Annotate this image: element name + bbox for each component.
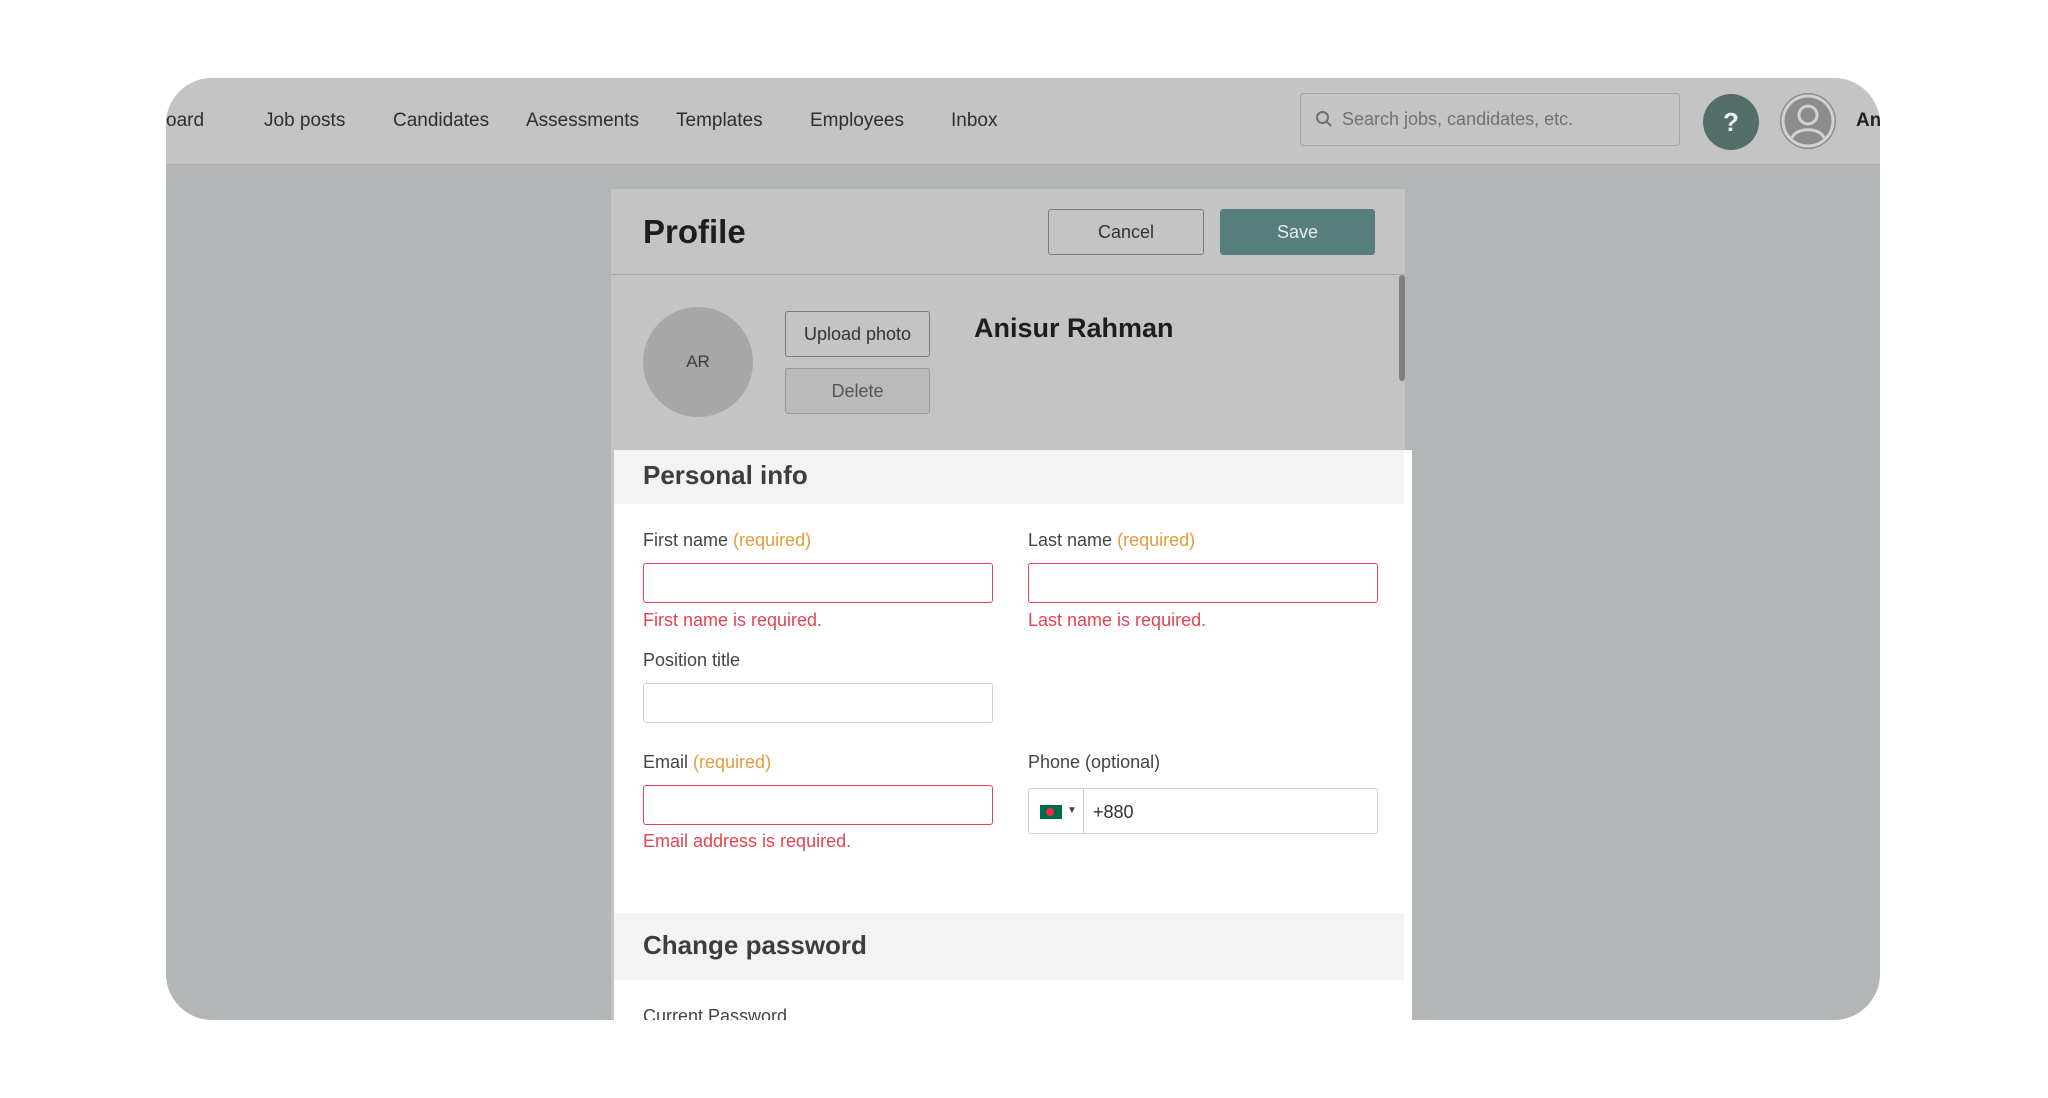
email-label-text: Email [643,752,689,772]
search-placeholder: Search jobs, candidates, etc. [1342,109,1574,129]
first-name-error: First name is required. [643,610,823,630]
app-window: oard Job posts Candidates Assessments Te… [166,78,1880,1020]
phone-value: +880 [1093,802,1134,822]
search-input[interactable]: Search jobs, candidates, etc. [1300,93,1680,146]
help-button[interactable]: ? [1703,94,1759,150]
country-code-select[interactable]: ▼ [1029,789,1084,833]
nav-job-posts[interactable]: Job posts [264,110,345,132]
last-name-label: Last name (required) [1028,530,1195,551]
first-name-label-text: First name [643,530,729,550]
user-icon [1781,94,1835,148]
nav-candidates[interactable]: Candidates [393,110,489,132]
profile-full-name: Anisur Rahman [974,313,1174,343]
nav-dashboard[interactable]: oard [166,110,204,132]
current-password-label: Current Password [643,1006,788,1020]
form-panel: Personal info First name (required) Firs… [614,450,1412,1020]
profile-avatar: AR [643,307,753,417]
position-title-label: Position title [643,650,741,670]
personal-info-header: Personal info [614,450,1404,504]
email-label: Email (required) [643,752,771,773]
required-tag: (required) [693,752,772,772]
user-avatar[interactable] [1780,93,1836,149]
nav-employees[interactable]: Employees [810,110,904,132]
last-name-error: Last name is required. [1028,610,1207,630]
nav-inbox[interactable]: Inbox [951,110,997,132]
last-name-label-text: Last name [1028,530,1113,550]
delete-photo-button[interactable]: Delete [785,368,930,414]
first-name-field[interactable] [643,563,993,603]
nav-templates[interactable]: Templates [676,110,763,132]
modal-header: Profile Cancel Save [611,189,1405,275]
required-tag: (required) [733,530,812,550]
phone-label: Phone (optional) [1028,752,1161,772]
save-button[interactable]: Save [1220,209,1375,255]
first-name-label: First name (required) [643,530,811,551]
top-nav-bar: oard Job posts Candidates Assessments Te… [166,78,1880,165]
required-tag: (required) [1117,530,1196,550]
change-password-header: Change password [614,913,1404,980]
last-name-field[interactable] [1028,563,1378,603]
bangladesh-flag-icon [1040,805,1062,819]
user-name[interactable]: Ani [1856,110,1880,132]
nav-assessments[interactable]: Assessments [526,110,639,132]
cancel-button[interactable]: Cancel [1048,209,1204,255]
personal-info-title: Personal info [643,460,808,490]
search-icon [1316,111,1332,127]
modal-scrollbar[interactable] [1399,275,1405,381]
email-error: Email address is required. [643,831,852,851]
phone-field[interactable]: ▼ +880 [1028,788,1378,834]
caret-down-icon: ▼ [1067,805,1077,816]
change-password-title: Change password [643,930,867,960]
modal-title: Profile [643,213,746,250]
position-title-field[interactable] [643,683,993,723]
email-field[interactable] [643,785,993,825]
upload-photo-button[interactable]: Upload photo [785,311,930,357]
